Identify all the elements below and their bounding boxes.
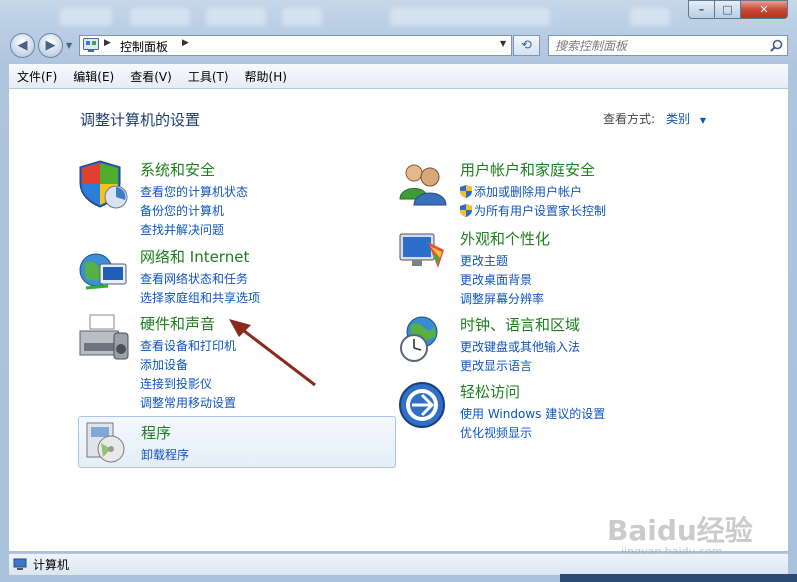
category-programs[interactable]: 程序 卸载程序	[78, 416, 396, 468]
link-change-theme[interactable]: 更改主题	[460, 254, 508, 268]
baidu-watermark: Baidu经验	[607, 514, 753, 547]
view-by-label: 查看方式:	[603, 112, 656, 126]
link-add-device[interactable]: 添加设备	[140, 358, 188, 372]
search-box[interactable]	[548, 35, 788, 56]
link-view-computer-status[interactable]: 查看您的计算机状态	[140, 185, 248, 199]
programs-disc-icon[interactable]	[85, 421, 129, 465]
uac-shield-icon	[460, 204, 472, 217]
uac-shield-icon	[460, 185, 472, 198]
link-homegroup[interactable]: 选择家庭组和共享选项	[140, 291, 260, 305]
link-screen-resolution[interactable]: 调整屏幕分辨率	[460, 292, 544, 306]
status-computer-label: 计算机	[33, 558, 70, 572]
page-title: 调整计算机的设置	[80, 111, 201, 129]
link-network-status[interactable]: 查看网络状态和任务	[140, 272, 248, 286]
link-windows-suggested-settings[interactable]: 使用 Windows 建议的设置	[460, 407, 605, 421]
link-mobility-settings[interactable]: 调整常用移动设置	[140, 396, 236, 410]
network-globe-icon[interactable]	[78, 246, 130, 298]
blurred-background-tabs	[0, 0, 680, 30]
refresh-button[interactable]: ⟲	[513, 35, 540, 56]
users-icon[interactable]	[398, 159, 450, 211]
link-troubleshoot[interactable]: 查找并解决问题	[140, 223, 224, 237]
link-parental-controls[interactable]: 为所有用户设置家长控制	[474, 204, 606, 218]
menu-bar: 文件(F) 编辑(E) 查看(V) 工具(T) 帮助(H)	[9, 64, 788, 89]
link-backup-computer[interactable]: 备份您的计算机	[140, 204, 224, 218]
link-uninstall-program[interactable]: 卸载程序	[141, 448, 189, 462]
category-title-user-accounts[interactable]: 用户帐户和家庭安全	[460, 161, 595, 179]
address-dropdown-icon[interactable]: ▼	[500, 39, 506, 48]
view-by-value: 类别	[666, 112, 691, 126]
control-panel-content: 调整计算机的设置 查看方式: 类别 ▼ 系统和安全 查看您的计算机状态 备份您的…	[9, 89, 788, 558]
minimize-button[interactable]: –	[688, 0, 715, 19]
link-desktop-background[interactable]: 更改桌面背景	[460, 273, 532, 287]
link-display-language[interactable]: 更改显示语言	[460, 359, 532, 373]
category-title-programs[interactable]: 程序	[141, 424, 171, 442]
security-shield-icon[interactable]	[78, 159, 130, 211]
category-title-clock-region[interactable]: 时钟、语言和区域	[460, 316, 580, 334]
ease-of-access-icon[interactable]	[398, 381, 450, 433]
annotation-arrow	[229, 319, 316, 387]
menu-file[interactable]: 文件(F)	[9, 68, 65, 85]
forward-button[interactable]: ▶	[38, 33, 63, 58]
link-projector[interactable]: 连接到投影仪	[140, 377, 212, 391]
category-title-ease-of-access[interactable]: 轻松访问	[460, 383, 520, 401]
breadcrumb-control-panel[interactable]: 控制面板	[120, 38, 168, 55]
appearance-monitor-icon[interactable]	[398, 228, 450, 280]
breadcrumb-separator-icon[interactable]: ▶	[104, 38, 111, 48]
menu-tools[interactable]: 工具(T)	[180, 68, 237, 85]
address-bar[interactable]: ▶ 控制面板 ▶ ▼	[79, 35, 512, 56]
category-title-appearance[interactable]: 外观和个性化	[460, 230, 550, 248]
category-title-hardware[interactable]: 硬件和声音	[140, 315, 215, 333]
printer-icon[interactable]	[78, 313, 130, 365]
link-add-remove-users[interactable]: 添加或删除用户帐户	[474, 185, 582, 199]
status-bar: 计算机	[9, 553, 788, 575]
view-by-dropdown[interactable]: 类别 ▼	[666, 110, 706, 127]
refresh-icon: ⟲	[521, 38, 532, 53]
forward-arrow-icon: ▶	[45, 38, 56, 53]
menu-edit[interactable]: 编辑(E)	[65, 68, 122, 85]
view-by-chevron-down-icon: ▼	[699, 116, 706, 125]
category-title-network[interactable]: 网络和 Internet	[140, 248, 249, 266]
breadcrumb-child-arrow-icon[interactable]: ▶	[182, 38, 189, 48]
search-icon[interactable]	[770, 39, 783, 52]
menu-help[interactable]: 帮助(H)	[237, 68, 295, 85]
taskbar-strip	[560, 574, 797, 582]
link-keyboard-input[interactable]: 更改键盘或其他输入法	[460, 340, 580, 354]
menu-view[interactable]: 查看(V)	[122, 68, 180, 85]
category-title-system-security[interactable]: 系统和安全	[140, 161, 215, 179]
clock-globe-icon[interactable]	[398, 314, 450, 366]
link-optimize-display[interactable]: 优化视频显示	[460, 426, 532, 440]
computer-icon	[13, 558, 27, 570]
search-input[interactable]	[555, 37, 755, 54]
control-panel-icon	[83, 38, 99, 52]
recent-pages-dropdown-icon[interactable]: ▼	[66, 41, 72, 50]
back-button[interactable]: ◀	[10, 33, 35, 58]
close-button[interactable]: ✕	[740, 0, 788, 19]
back-arrow-icon: ◀	[17, 38, 28, 53]
maximize-button[interactable]: □	[714, 0, 741, 19]
